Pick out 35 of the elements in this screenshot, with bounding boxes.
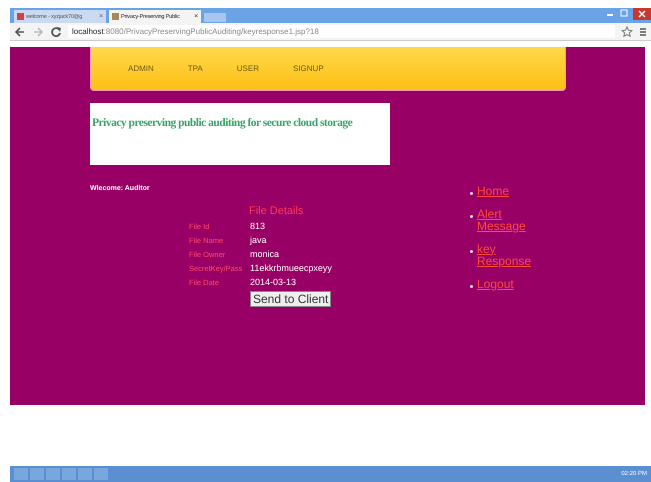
taskbar-app-icon[interactable] (30, 468, 44, 480)
new-tab-button[interactable] (204, 13, 226, 22)
field-value: 813 (250, 221, 266, 231)
field-value: 2014-03-13 (250, 277, 296, 287)
sidebar-link[interactable]: Logout (477, 278, 514, 291)
bullet-icon (470, 214, 473, 218)
nav-link[interactable]: ADMIN (128, 64, 154, 73)
field-value: monica (250, 249, 280, 259)
back-icon[interactable] (14, 26, 26, 38)
bullet-icon (470, 284, 473, 288)
taskbar-app-icon[interactable] (78, 468, 92, 480)
nav-link[interactable]: USER (236, 64, 259, 73)
forward-icon[interactable] (32, 26, 44, 38)
nav-link[interactable]: SIGNUP (292, 64, 324, 73)
star-icon[interactable] (621, 26, 633, 38)
taskbar-app-icon[interactable] (14, 468, 28, 480)
field-value: 11ekkrbmueecpxeyy (250, 263, 332, 273)
sidebar-link[interactable]: Home (477, 185, 510, 198)
reload-icon[interactable] (50, 26, 62, 38)
details-heading: File Details (249, 205, 304, 217)
sidebar-link[interactable]: Alert Message (477, 208, 540, 233)
taskbar-app-icon[interactable] (46, 468, 60, 480)
taskbar-app-icon[interactable] (62, 468, 76, 480)
bullet-icon (470, 192, 473, 195)
close-icon[interactable] (633, 8, 651, 20)
site-title: Privacy preserving public auditing for secure cloud storage (92, 117, 352, 129)
restore-icon[interactable] (619, 8, 629, 18)
sidebar-link[interactable]: key Response (477, 242, 540, 268)
menu-icon[interactable] (639, 26, 647, 38)
taskbar-app-icon[interactable] (94, 468, 108, 480)
bullet-icon (470, 250, 473, 253)
send-button[interactable]: Send to Client (250, 291, 332, 307)
address-field[interactable]: localhost:8080/PrivacyPreservingPublicAuditing/keyresponse1.jsp?18 (68, 25, 615, 38)
field-value: java (250, 235, 267, 245)
nav-link[interactable]: TPA (188, 64, 203, 73)
